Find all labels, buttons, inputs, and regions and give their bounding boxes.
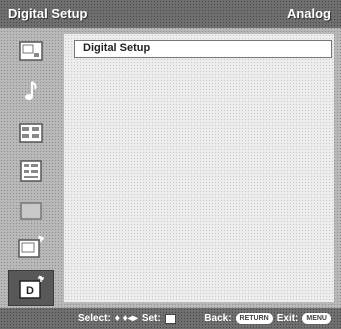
sidebar-item-digital-setup[interactable]: D xyxy=(8,270,54,306)
content-title: Digital Setup xyxy=(83,42,151,54)
picture-icon xyxy=(19,41,43,61)
arrow-keys-icon: ♦ ♦◂▸ xyxy=(114,313,138,324)
music-note-icon xyxy=(21,80,41,102)
set-label: Set: xyxy=(141,313,161,324)
exit-label: Exit: xyxy=(276,313,299,324)
sidebar-item-sound[interactable] xyxy=(12,78,50,104)
sidebar-item-parental-lock[interactable] xyxy=(12,158,50,184)
back-label: Back: xyxy=(204,313,232,324)
sidebar: D xyxy=(6,34,56,306)
channel-icon xyxy=(19,123,43,143)
menu-title: Digital Setup xyxy=(8,6,88,21)
footer-navigation-hint: Select: ♦ ♦◂▸ Set: xyxy=(78,313,176,324)
tv-menu-screen: Digital Setup Analog D Digital Setup Sel… xyxy=(0,0,341,329)
parental-lock-icon xyxy=(20,160,42,182)
sidebar-item-setup[interactable] xyxy=(12,234,50,260)
select-label: Select: xyxy=(78,313,111,324)
enter-key-icon xyxy=(164,313,176,324)
content-title-bar[interactable]: Digital Setup xyxy=(74,40,332,58)
sidebar-item-screen[interactable] xyxy=(12,198,50,224)
return-key-icon: RETURN xyxy=(235,313,273,324)
content-panel: Digital Setup xyxy=(64,34,334,302)
sidebar-item-channel[interactable] xyxy=(12,120,50,146)
menu-footer: Select: ♦ ♦◂▸ Set: Back: RETURN Exit: ME… xyxy=(0,308,341,329)
input-mode-label: Analog xyxy=(286,6,331,21)
digital-setup-icon: D xyxy=(17,275,45,301)
footer-action-hint: Back: RETURN Exit: MENU xyxy=(204,313,331,324)
svg-text:D: D xyxy=(26,285,34,297)
sidebar-item-picture[interactable] xyxy=(12,38,50,64)
menu-header: Digital Setup Analog xyxy=(0,0,341,28)
menu-key-icon: MENU xyxy=(302,313,331,324)
blank-screen-icon xyxy=(20,202,42,220)
setup-icon xyxy=(18,235,44,259)
